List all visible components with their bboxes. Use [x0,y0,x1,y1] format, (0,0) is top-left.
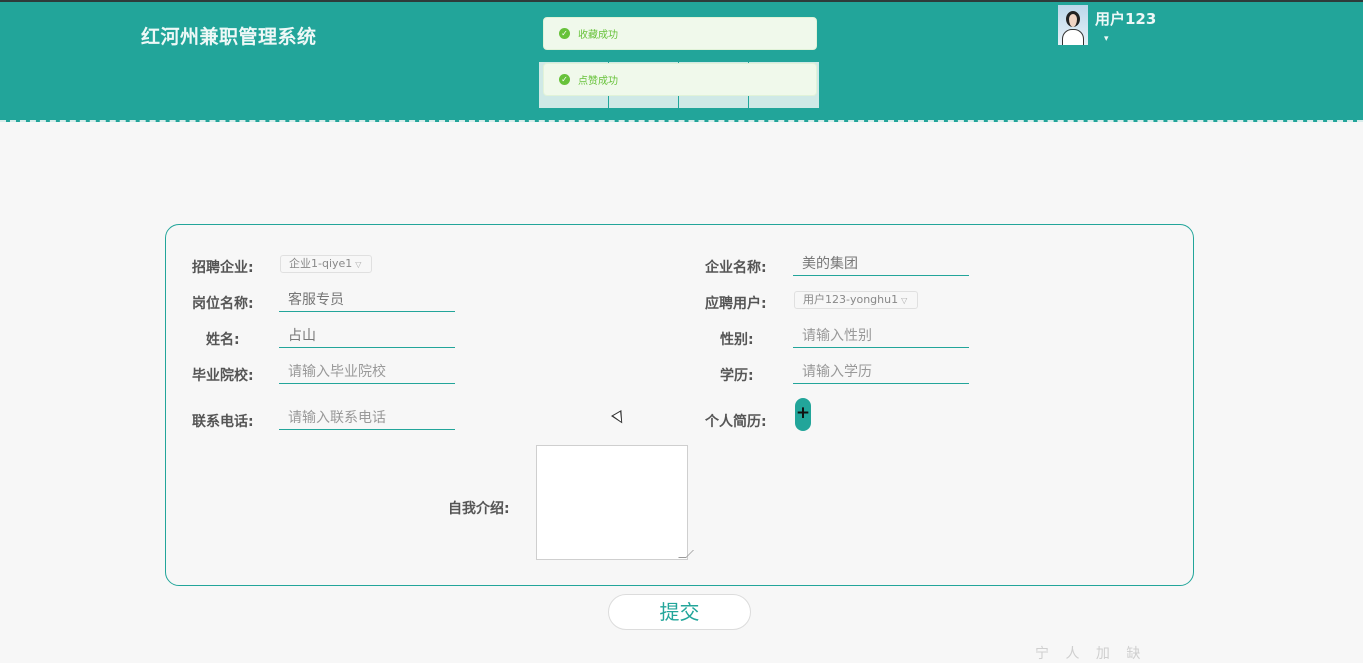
gender-field[interactable]: 请输入性别 [793,326,969,348]
intro-label: 自我介绍: [448,501,510,517]
chevron-down-icon[interactable]: ▾ [1104,34,1109,44]
intro-textarea[interactable] [536,445,694,560]
school-label: 毕业院校: [192,368,254,384]
toast-like-success: ✓ 点赞成功 [543,63,817,96]
app-title: 红河州兼职管理系统 [141,26,317,48]
school-field[interactable]: 请输入毕业院校 [279,362,455,384]
company-name-field[interactable]: 美的集团 [793,254,969,276]
check-circle-icon: ✓ [559,28,570,39]
applicant-select-value: 用户123-yonghu1 [803,293,899,306]
company-name-label: 企业名称: [705,260,767,276]
submit-button[interactable]: 提交 [608,594,751,630]
chevron-down-icon: ▽ [901,296,908,305]
top-header: 红河州兼职管理系统 ✓ 收藏成功 ✓ 点赞成功 用户123 ▾ [0,0,1363,122]
toast-favorite-success: ✓ 收藏成功 [543,17,817,50]
user-name[interactable]: 用户123 [1095,8,1156,29]
name-label: 姓名: [206,332,240,348]
applicant-label: 应聘用户: [705,296,767,312]
resume-label: 个人简历: [705,414,767,430]
name-field[interactable]: 占山 [279,326,455,348]
avatar[interactable] [1058,5,1088,45]
company-select-value: 企业1-qiye1 [289,257,353,270]
avatar-body [1062,29,1084,45]
plus-icon: + [795,403,811,423]
company-select[interactable]: 企业1-qiye1 ▽ [280,255,372,273]
resume-upload-button[interactable]: + [795,398,811,431]
footer-faint-text: 宁 人 加 缺 [1035,646,1147,662]
header-divider [0,120,1363,122]
education-field[interactable]: 请输入学历 [793,362,969,384]
toast-message: 点赞成功 [578,76,618,87]
toast-message: 收藏成功 [578,30,618,41]
education-label: 学历: [720,368,754,384]
avatar-head [1066,11,1080,27]
gender-label: 性别: [720,332,754,348]
check-circle-icon: ✓ [559,74,570,85]
phone-label: 联系电话: [192,414,254,430]
phone-field[interactable]: 请输入联系电话 [279,408,455,430]
chevron-down-icon: ▽ [355,260,362,269]
company-label: 招聘企业: [192,260,254,276]
position-field[interactable]: 客服专员 [279,290,455,312]
position-label: 岗位名称: [192,296,254,312]
applicant-select[interactable]: 用户123-yonghu1 ▽ [794,291,918,309]
